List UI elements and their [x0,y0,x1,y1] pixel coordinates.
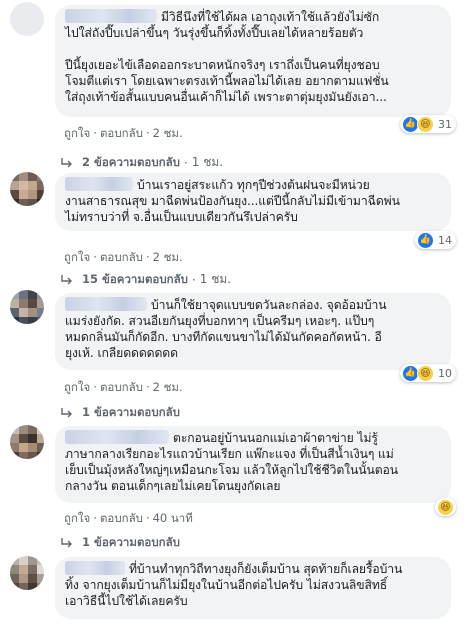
reply-link[interactable]: ตอบกลับ [100,126,143,140]
author-name-blurred[interactable] [65,177,133,191]
avatar[interactable] [10,425,44,459]
reaction-count: 31 [438,117,452,131]
comment-time[interactable]: 40 นาที [153,511,193,525]
author-name-blurred[interactable] [65,561,125,575]
reaction-summary[interactable]: 👍 😆 31 [400,115,456,133]
reply-arrow-icon [61,408,72,418]
reply-link[interactable]: ตอบกลับ [100,380,143,394]
replies-count-link[interactable]: 2 ข้อความตอบกลับ [82,154,180,172]
replies-time: 1 ชม. [199,272,232,286]
like-link[interactable]: ถูกใจ [64,380,90,394]
like-reaction-icon: 👍 [417,231,434,249]
comment-bubble: บ้านก็ใช้ยาจุดแบบขดวันละกล่อง. จุดอ้อมบ้… [55,293,451,370]
comment-actions: ถูกใจ · ตอบกลับ · 2 ชม. [64,126,183,140]
reply-link[interactable]: ตอบกลับ [100,511,143,525]
avatar[interactable] [10,556,44,590]
like-link[interactable]: ถูกใจ [64,126,90,140]
comment-actions: ถูกใจ · ตอบกลับ · 2 ชม. [64,380,183,394]
view-replies[interactable]: 1 ข้อความตอบกลับ [60,534,180,552]
reaction-count: 14 [438,233,452,247]
comment-text: ที่บ้านทำทุกวิถีทางยุงก็ยังเต็มบ้าน สุดท… [65,561,403,608]
avatar[interactable] [10,2,44,36]
reply-link[interactable]: ตอบกลับ [100,250,143,264]
comment-actions: ถูกใจ · ตอบกลับ · 40 นาที [64,511,193,525]
avatar[interactable] [10,290,44,324]
reaction-count: 10 [438,366,452,380]
comment-text: บ้านเราอยู่สระแก้ว ทุกๆปีช่วงต้นฝนจะมีหน… [65,177,400,224]
view-replies[interactable]: 1 ข้อความตอบกลับ [60,404,180,422]
view-replies[interactable]: 2 ข้อความตอบกลับ · 1 ชม. [60,153,223,172]
reaction-summary[interactable]: 👍 14 [415,231,456,249]
comment-text: มีวิธีนึงที่ใช้ได้ผล เอาถุงเท้าใช้แล้วยั… [65,9,389,104]
replies-time: 1 ชม. [191,155,224,169]
avatar[interactable] [10,172,44,206]
like-link[interactable]: ถูกใจ [64,250,90,264]
haha-reaction-icon: 😆 [417,115,434,133]
reaction-summary[interactable]: 👍 😆 10 [400,364,456,382]
author-name-blurred[interactable] [65,9,157,23]
replies-count-link[interactable]: 1 ข้อความตอบกลับ [82,534,180,552]
author-name-blurred[interactable] [65,430,169,444]
haha-reaction-icon: 😆 [417,364,434,382]
replies-count-link[interactable]: 1 ข้อความตอบกลับ [82,404,180,422]
comment-bubble: ที่บ้านทำทุกวิถีทางยุงก็ยังเต็มบ้าน สุดท… [55,557,451,619]
like-link[interactable]: ถูกใจ [64,511,90,525]
comment-text: บ้านก็ใช้ยาจุดแบบขดวันละกล่อง. จุดอ้อมบ้… [65,297,387,360]
reply-arrow-icon [61,538,72,548]
view-replies[interactable]: 15 ข้อความตอบกลับ · 1 ชม. [60,270,231,289]
comment-actions: ถูกใจ · ตอบกลับ · 2 ชม. [64,250,183,264]
comment-text: ตะกอนอยู่บ้านนอกแม่เอาผ้าตาข่าย ไม่รู้ ภ… [65,430,398,493]
comment-time[interactable]: 2 ชม. [153,250,183,264]
reply-arrow-icon [61,274,72,284]
comment-time[interactable]: 2 ชม. [153,380,183,394]
haha-reaction-icon: 😆 [437,498,454,516]
reaction-summary[interactable]: 😆 [435,498,456,516]
comment-bubble: มีวิธีนึงที่ใช้ได้ผล เอาถุงเท้าใช้แล้วยั… [55,5,451,117]
comment-bubble: บ้านเราอยู่สระแก้ว ทุกๆปีช่วงต้นฝนจะมีหน… [55,173,451,231]
reply-arrow-icon [61,157,72,167]
author-name-blurred[interactable] [65,297,147,311]
comment-bubble: ตะกอนอยู่บ้านนอกแม่เอาผ้าตาข่าย ไม่รู้ ภ… [55,426,451,503]
replies-count-link[interactable]: 15 ข้อความตอบกลับ [82,271,188,289]
comment-time[interactable]: 2 ชม. [153,126,183,140]
